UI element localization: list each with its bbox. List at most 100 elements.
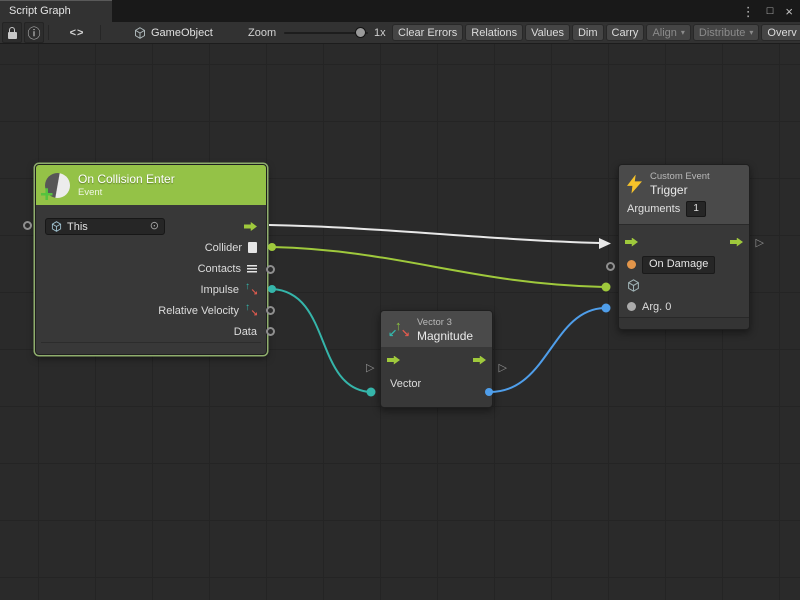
menu-icon[interactable]: ⋮ <box>742 5 755 18</box>
carry-button[interactable]: Carry <box>606 24 645 41</box>
align-label: Align <box>652 27 676 39</box>
arrow-down-left-icon <box>388 329 397 340</box>
node-trigger-custom-event[interactable]: Custom Event Trigger Arguments 1 On Dama… <box>618 164 750 330</box>
port-row-impulse: Impulse <box>36 279 266 300</box>
clear-errors-button[interactable]: Clear Errors <box>392 24 463 41</box>
port-label: Arg. 0 <box>642 301 671 313</box>
overview-button[interactable]: Overv <box>761 24 800 41</box>
relative-velocity-output-port[interactable] <box>266 306 275 315</box>
node-subtitle: Event <box>78 187 175 198</box>
distribute-dropdown[interactable]: Distribute ▾ <box>693 24 759 41</box>
zoom-slider[interactable] <box>284 22 368 43</box>
window-controls: ⋮ □ × <box>742 0 793 22</box>
vector3-axes-icon <box>245 305 257 317</box>
code-icon: <> <box>70 27 85 39</box>
control-row <box>619 232 749 252</box>
event-name-field[interactable]: On Damage <box>642 256 715 274</box>
button-label: Values <box>531 27 564 39</box>
control-output-port[interactable] <box>473 356 486 365</box>
collision-event-icon: + <box>45 173 70 198</box>
tab-title: Script Graph <box>9 5 71 17</box>
info-button[interactable]: ⓘ <box>24 22 44 43</box>
zoom-label: Zoom <box>248 22 276 43</box>
target-row <box>619 275 749 296</box>
info-icon: ⓘ <box>27 23 40 42</box>
arguments-row: Arguments 1 <box>619 201 749 225</box>
event-input-port[interactable] <box>23 221 32 230</box>
button-label: Carry <box>612 27 639 39</box>
plus-icon: + <box>40 183 53 206</box>
cube-icon <box>627 279 640 292</box>
control-output-triangle[interactable]: ▷ <box>756 238 764 249</box>
zoom-slider-handle[interactable] <box>355 27 366 38</box>
cube-icon <box>51 221 62 232</box>
gameobject-label: GameObject <box>151 27 213 39</box>
node-body: This ⊙ Collider Contacts Impulse <box>36 205 266 342</box>
contacts-output-port[interactable] <box>266 265 275 274</box>
port-row-contacts: Contacts <box>36 258 266 279</box>
arg0-port[interactable] <box>627 302 636 311</box>
button-label: Relations <box>471 27 517 39</box>
button-label: Dim <box>578 27 598 39</box>
unity-script-graph-window: Script Graph ⋮ □ × ⓘ <> GameObject Zoom <box>0 0 800 600</box>
node-divider <box>41 342 261 343</box>
port-label: Impulse <box>200 284 239 296</box>
zoom-value: 1x <box>374 22 386 43</box>
distribute-label: Distribute <box>699 27 745 39</box>
node-title: Magnitude <box>417 329 473 343</box>
arguments-label: Arguments <box>627 203 680 215</box>
target-field[interactable]: This ⊙ <box>45 218 165 235</box>
control-input-port[interactable] <box>387 356 400 365</box>
collider-icon <box>248 242 257 253</box>
event-name-row: On Damage <box>619 254 749 275</box>
dim-button[interactable]: Dim <box>572 24 604 41</box>
custom-event-bolt-icon <box>627 175 642 194</box>
connection-control <box>269 225 600 243</box>
gameobject-breadcrumb[interactable]: GameObject <box>134 22 213 43</box>
node-header: Custom Event Trigger <box>619 165 749 201</box>
graph-canvas[interactable]: + On Collision Enter Event This ⊙ <box>0 44 800 600</box>
arg0-row: Arg. 0 <box>619 296 749 317</box>
lock-button[interactable] <box>2 22 22 43</box>
button-label: Clear Errors <box>398 27 457 39</box>
port-row-collider: Collider <box>36 237 266 258</box>
node-header: + On Collision Enter Event <box>36 165 266 205</box>
node-header: Vector 3 Magnitude <box>381 311 492 347</box>
close-icon[interactable]: × <box>785 5 793 18</box>
data-output-port[interactable] <box>266 327 275 336</box>
arguments-field[interactable]: 1 <box>686 201 706 217</box>
toolbar-divider <box>100 25 101 40</box>
lock-icon <box>8 32 17 39</box>
control-output-port[interactable] <box>244 222 257 231</box>
tab-script-graph[interactable]: Script Graph <box>0 0 112 22</box>
event-name-input-port[interactable] <box>606 262 615 271</box>
tab-bar: Script Graph ⋮ □ × <box>0 0 800 22</box>
target-value: This <box>67 221 145 233</box>
connection-collider-target <box>272 247 604 287</box>
toolbar-divider <box>48 25 49 40</box>
control-input-triangle[interactable]: ▷ <box>366 363 374 374</box>
control-output-triangle[interactable]: ▷ <box>499 363 507 374</box>
list-icon <box>247 265 257 273</box>
node-type-label: Custom Event <box>650 171 710 182</box>
values-button[interactable]: Values <box>525 24 570 41</box>
connection-magnitude-arg0 <box>490 308 604 392</box>
relations-button[interactable]: Relations <box>465 24 523 41</box>
port-label: Collider <box>205 242 242 254</box>
maximize-icon[interactable]: □ <box>767 6 774 17</box>
event-name-port[interactable] <box>627 260 636 269</box>
toolbar-buttons: Clear Errors Relations Values Dim Carry … <box>392 24 800 42</box>
node-magnitude[interactable]: Vector 3 Magnitude Vector ▷ ▷ <box>380 310 493 408</box>
control-input-port[interactable] <box>625 238 638 247</box>
arrow-down-right-icon <box>401 329 410 340</box>
node-type-label: Vector 3 <box>417 317 473 328</box>
port-row-relative-velocity: Relative Velocity <box>36 300 266 321</box>
vector3-icon <box>389 320 409 340</box>
control-output-port[interactable] <box>730 238 743 247</box>
code-view-button[interactable]: <> <box>58 22 96 43</box>
node-on-collision-enter[interactable]: + On Collision Enter Event This ⊙ <box>35 164 267 355</box>
chevron-down-icon: ▾ <box>681 29 685 37</box>
object-picker-icon[interactable]: ⊙ <box>150 221 159 232</box>
align-dropdown[interactable]: Align ▾ <box>646 24 690 41</box>
node-footer <box>619 317 749 329</box>
